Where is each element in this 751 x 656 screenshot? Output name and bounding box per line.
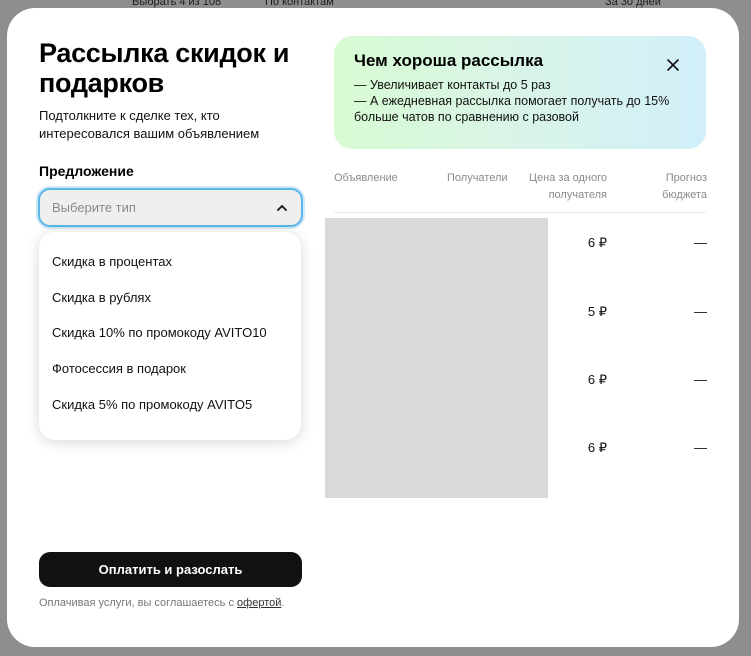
table-header-price-line2: получателя <box>548 189 607 201</box>
table-header-price: Цена за одного получателя <box>517 170 607 204</box>
offer-type-dropdown: Скидка в процентах Скидка в рублях Скидк… <box>39 232 301 440</box>
table-row-budget: — <box>694 440 707 455</box>
pay-and-send-button[interactable]: Оплатить и разослать <box>39 552 302 587</box>
offer-link[interactable]: офертой <box>237 597 281 609</box>
table-header-recipients: Получатели <box>447 172 508 184</box>
info-banner-line: больше чатов по сравнению с разовой <box>354 110 579 124</box>
offer-label: Предложение <box>39 163 134 179</box>
offer-type-placeholder: Выберите тип <box>52 200 136 215</box>
mailing-modal: Рассылка скидок и подарков Подтолкните к… <box>7 8 739 647</box>
table-row-price: 6 ₽ <box>587 235 607 250</box>
table-row-price: 6 ₽ <box>587 440 607 455</box>
offer-type-select[interactable]: Выберите тип <box>38 188 303 227</box>
dropdown-option-avito10[interactable]: Скидка 10% по промокоду AVITO10 <box>39 315 301 351</box>
table-header-budget-line1: Прогноз <box>665 172 707 184</box>
table-divider <box>334 212 706 213</box>
table-row-price: 6 ₽ <box>587 372 607 387</box>
info-banner: Чем хороша рассылка — Увеличивает контак… <box>334 36 706 149</box>
table-header-budget: Прогноз бюджета <box>637 170 707 204</box>
close-icon[interactable] <box>666 58 680 72</box>
table-header-ad: Объявление <box>334 172 398 184</box>
page-title: Рассылка скидок и подарков <box>39 38 290 98</box>
dropdown-option-rubles[interactable]: Скидка в рублях <box>39 280 301 316</box>
dropdown-option-photoshoot[interactable]: Фотосессия в подарок <box>39 351 301 387</box>
info-banner-line: — А ежедневная рассылка помогает получат… <box>354 94 670 108</box>
table-header-price-line1: Цена за одного <box>528 172 607 184</box>
table-row-price: 5 ₽ <box>587 304 607 319</box>
terms-text-prefix: Оплачивая услуги, вы соглашаетесь с <box>39 597 238 609</box>
terms-text: Оплачивая услуги, вы соглашаетесь с офер… <box>39 597 284 609</box>
table-row-budget: — <box>694 372 707 387</box>
info-banner-line: — Увеличивает контакты до 5 раз <box>354 78 551 92</box>
dropdown-option-avito5[interactable]: Скидка 5% по промокоду AVITO5 <box>39 386 301 422</box>
terms-text-end: . <box>281 597 285 609</box>
modal-subtitle: Подтолкните к сделке тех, кто интересова… <box>39 108 260 141</box>
table-row-budget: — <box>694 235 707 250</box>
ad-image-placeholder <box>325 218 548 498</box>
chevron-up-icon <box>277 205 287 211</box>
dropdown-option-percent[interactable]: Скидка в процентах <box>39 244 301 280</box>
info-banner-title: Чем хороша рассылка <box>354 51 544 70</box>
table-header-budget-line2: бюджета <box>662 189 707 201</box>
table-row-budget: — <box>694 304 707 319</box>
